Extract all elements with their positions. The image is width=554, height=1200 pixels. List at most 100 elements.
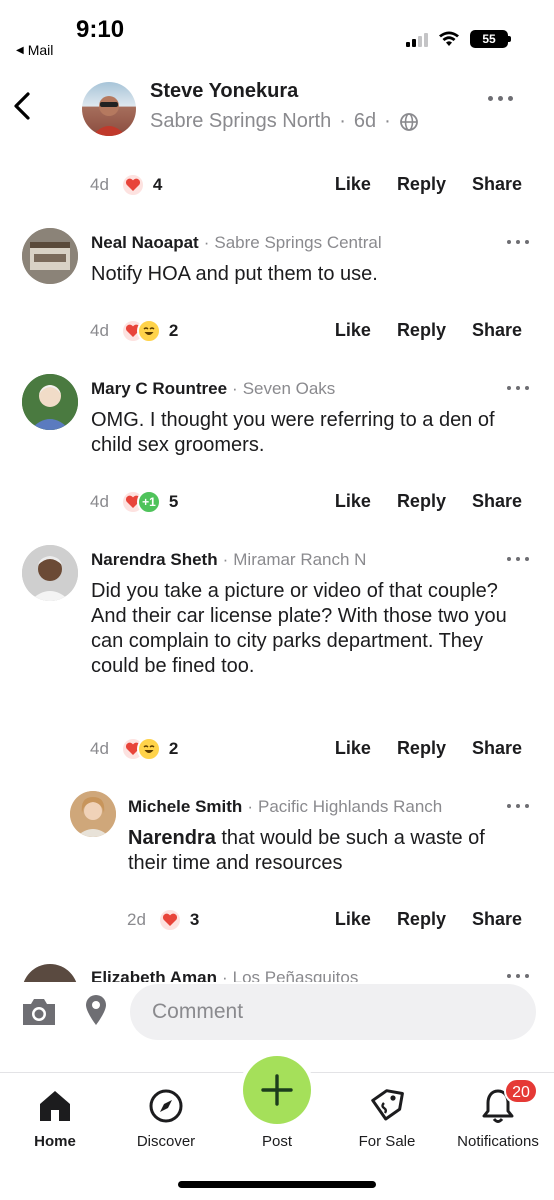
comment-header: Elizabeth Aman · Los Peñasquitos bbox=[91, 968, 358, 982]
comment-more-options-icon[interactable] bbox=[507, 386, 529, 390]
tab-home[interactable]: Home bbox=[0, 1083, 110, 1150]
tab-label: For Sale bbox=[358, 1133, 416, 1150]
reply-button[interactable]: Reply bbox=[397, 909, 446, 930]
back-to-app-link[interactable]: ◀ Mail bbox=[16, 42, 53, 58]
reply-button[interactable]: Reply bbox=[397, 174, 446, 195]
separator-dot: · bbox=[232, 379, 238, 398]
tab-for-sale[interactable]: For Sale bbox=[332, 1083, 442, 1150]
notification-badge: 20 bbox=[504, 1078, 538, 1104]
author-neighborhood[interactable]: Sabre Springs North bbox=[150, 110, 331, 133]
replier-name[interactable]: Michele Smith bbox=[128, 797, 242, 817]
cellular-signal-icon bbox=[406, 31, 428, 47]
comment-bar bbox=[0, 982, 554, 1040]
back-app-label: Mail bbox=[27, 42, 54, 58]
status-icons: 55 bbox=[406, 30, 511, 48]
reply-meta-row: 2d 3 bbox=[127, 905, 199, 935]
commenter-name[interactable]: Neal Naoapat bbox=[91, 233, 199, 253]
back-triangle-icon: ◀ bbox=[16, 44, 24, 56]
reply-button[interactable]: Reply bbox=[397, 320, 446, 341]
comment-time: 4d bbox=[90, 321, 109, 340]
status-bar: 9:10 ◀ Mail 55 bbox=[0, 0, 554, 64]
comment-meta-row: 4d 2 bbox=[90, 316, 178, 346]
replier-avatar[interactable] bbox=[70, 791, 116, 837]
commenter-neighborhood[interactable]: Miramar Ranch N bbox=[233, 550, 366, 570]
commenter-name[interactable]: Narendra Sheth bbox=[91, 550, 218, 570]
reaction-count: 5 bbox=[168, 492, 179, 511]
share-button[interactable]: Share bbox=[472, 491, 522, 512]
reactions[interactable]: 2 bbox=[120, 737, 179, 761]
post-age: 6d bbox=[353, 110, 377, 132]
plus-icon bbox=[261, 1074, 293, 1106]
comment-header: Mary C Rountree · Seven Oaks bbox=[91, 379, 335, 399]
reply-button[interactable]: Reply bbox=[397, 738, 446, 759]
commenter-avatar[interactable] bbox=[22, 964, 78, 982]
tab-discover[interactable]: Discover bbox=[111, 1083, 221, 1150]
reply-more-options-icon[interactable] bbox=[507, 804, 529, 808]
commenter-avatar[interactable] bbox=[22, 545, 78, 601]
reply-time: 2d bbox=[127, 910, 146, 929]
camera-icon[interactable] bbox=[20, 996, 58, 1028]
laugh-reaction-icon bbox=[136, 319, 161, 343]
commenter-neighborhood[interactable]: Sabre Springs Central bbox=[214, 233, 381, 253]
reactions[interactable]: 3 bbox=[157, 908, 200, 932]
tab-label: Home bbox=[34, 1133, 76, 1150]
action-bar: Like Reply Share bbox=[335, 174, 522, 195]
share-button[interactable]: Share bbox=[472, 174, 522, 195]
battery-icon: 55 bbox=[470, 30, 511, 48]
reaction-count: 4 bbox=[152, 175, 163, 194]
back-chevron-icon[interactable] bbox=[10, 90, 38, 122]
commenter-neighborhood[interactable]: Seven Oaks bbox=[243, 379, 336, 399]
commenter-neighborhood[interactable]: Los Peñasquitos bbox=[233, 968, 359, 982]
reply-text: Narendra that would be such a waste of t… bbox=[128, 826, 528, 876]
status-time: 9:10 bbox=[76, 16, 125, 43]
like-button[interactable]: Like bbox=[335, 909, 371, 930]
action-bar: Like Reply Share bbox=[335, 491, 522, 512]
action-bar: Like Reply Share bbox=[335, 909, 522, 930]
reactions[interactable]: 4 bbox=[120, 173, 163, 197]
comment-text: Did you take a picture or video of that … bbox=[91, 580, 507, 677]
compass-icon bbox=[111, 1083, 221, 1129]
comment-input[interactable] bbox=[130, 984, 536, 1040]
like-button[interactable]: Like bbox=[335, 320, 371, 341]
separator-dot: · bbox=[339, 110, 346, 132]
comment-more-options-icon[interactable] bbox=[507, 974, 529, 978]
replier-neighborhood[interactable]: Pacific Highlands Ranch bbox=[258, 797, 442, 817]
separator-dot: · bbox=[247, 797, 253, 816]
commenter-name[interactable]: Mary C Rountree bbox=[91, 379, 227, 399]
comment-time: 4d bbox=[90, 739, 109, 758]
location-pin-icon[interactable] bbox=[84, 994, 108, 1026]
home-icon bbox=[0, 1083, 110, 1129]
share-button[interactable]: Share bbox=[472, 909, 522, 930]
comment-meta-row: 4d +1 5 bbox=[90, 487, 178, 517]
comment-text: OMG. I thought you were referring to a d… bbox=[91, 409, 495, 456]
reactions[interactable]: 2 bbox=[120, 319, 179, 343]
laugh-reaction-icon bbox=[136, 737, 161, 761]
commenter-avatar[interactable] bbox=[22, 374, 78, 430]
author-avatar[interactable] bbox=[82, 82, 136, 136]
reaction-count: 3 bbox=[189, 910, 200, 929]
share-button[interactable]: Share bbox=[472, 738, 522, 759]
separator-dot: · bbox=[203, 233, 210, 252]
globe-icon bbox=[399, 112, 418, 131]
reactions[interactable]: +1 5 bbox=[120, 490, 179, 514]
comment-meta-row: 4d 2 bbox=[90, 734, 178, 764]
reaction-count: 2 bbox=[168, 321, 179, 340]
mention-link[interactable]: Narendra bbox=[128, 827, 216, 849]
reply-button[interactable]: Reply bbox=[397, 491, 446, 512]
comment-more-options-icon[interactable] bbox=[507, 240, 529, 244]
post-button[interactable] bbox=[243, 1056, 311, 1124]
share-button[interactable]: Share bbox=[472, 320, 522, 341]
post-more-options-icon[interactable] bbox=[488, 96, 513, 101]
heart-reaction-icon bbox=[157, 908, 182, 932]
like-button[interactable]: Like bbox=[335, 174, 371, 195]
commenter-avatar[interactable] bbox=[22, 228, 78, 284]
home-indicator bbox=[178, 1181, 376, 1188]
reaction-count: 2 bbox=[168, 739, 179, 758]
action-bar: Like Reply Share bbox=[335, 320, 522, 341]
commenter-name[interactable]: Elizabeth Aman bbox=[91, 968, 217, 982]
like-button[interactable]: Like bbox=[335, 491, 371, 512]
like-button[interactable]: Like bbox=[335, 738, 371, 759]
comment-more-options-icon[interactable] bbox=[507, 557, 529, 561]
separator-dot: · bbox=[221, 968, 228, 982]
author-name[interactable]: Steve Yonekura bbox=[150, 80, 298, 103]
